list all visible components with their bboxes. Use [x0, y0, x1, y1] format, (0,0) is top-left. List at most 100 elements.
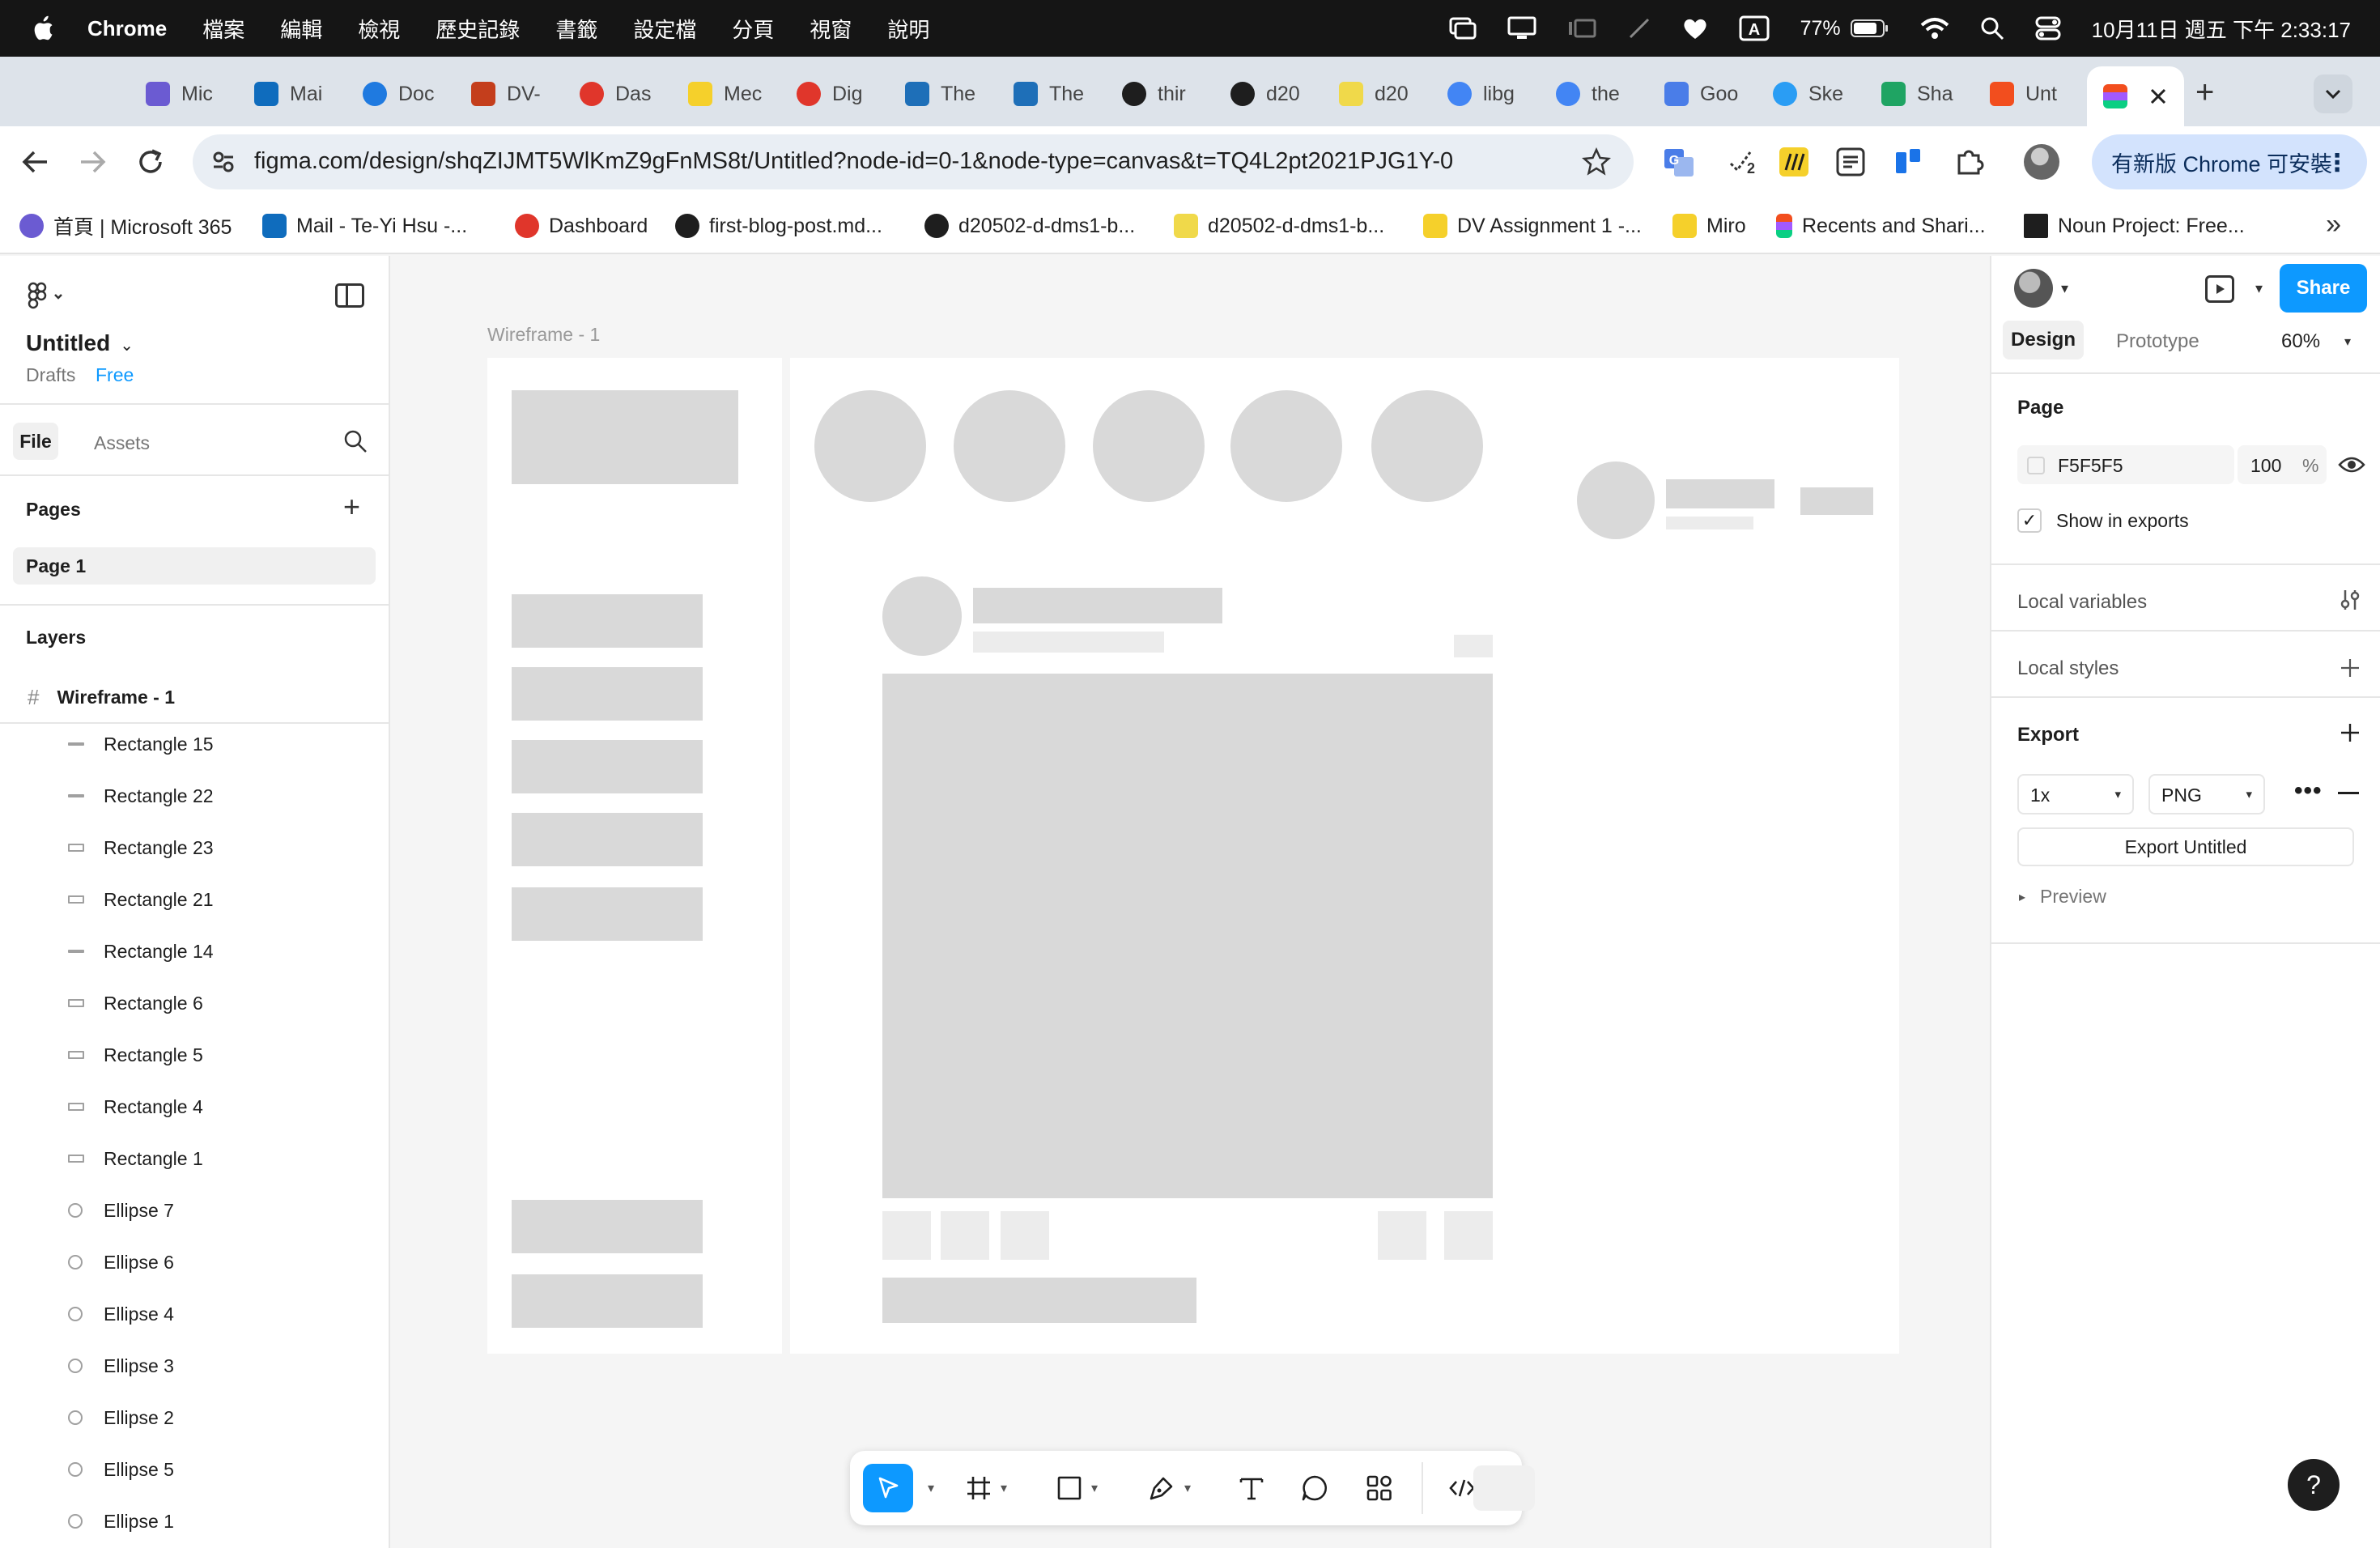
show-in-exports-checkbox[interactable]: ✓: [2017, 508, 2042, 533]
tab-search-button[interactable]: [2314, 74, 2352, 113]
comment-tool-button[interactable]: [1290, 1464, 1339, 1512]
design-canvas[interactable]: Wireframe - 1 ▾ ▾ ▾ ▾: [390, 256, 1990, 1548]
tab-groups-icon[interactable]: [1893, 146, 1925, 178]
bookmark-item[interactable]: Noun Project: Free...: [2024, 212, 2245, 240]
wifi-icon[interactable]: [1920, 17, 1949, 40]
frame-tool-button[interactable]: ▾: [954, 1464, 1018, 1512]
browser-tab[interactable]: Sha: [1881, 74, 1982, 113]
tab-design[interactable]: Design: [2003, 321, 2084, 359]
wireframe-like-button[interactable]: [882, 1211, 931, 1260]
menu-history[interactable]: 歷史記錄: [436, 14, 520, 44]
extension-updates-icon[interactable]: 2: [1726, 146, 1758, 178]
search-icon[interactable]: [343, 429, 368, 453]
wireframe-share-button[interactable]: [1001, 1211, 1049, 1260]
layer-frame[interactable]: # Wireframe - 1: [0, 677, 389, 717]
chevron-down-icon[interactable]: ▾: [2344, 334, 2351, 350]
browser-tab[interactable]: Mec: [688, 74, 788, 113]
apple-icon[interactable]: [31, 13, 58, 44]
wireframe-frame[interactable]: [487, 358, 1899, 1354]
layer-item[interactable]: Rectangle 5: [0, 1035, 389, 1075]
figma-menu-icon[interactable]: [26, 280, 74, 313]
site-settings-icon[interactable]: [210, 149, 236, 175]
variables-settings-icon[interactable]: [2338, 588, 2362, 612]
layer-item[interactable]: Ellipse 3: [0, 1346, 389, 1386]
color-swatch[interactable]: [2027, 457, 2045, 474]
wireframe-story-ellipse[interactable]: [1093, 390, 1205, 502]
wireframe-nav-item[interactable]: [512, 813, 703, 866]
bookmark-item[interactable]: Recents and Shari...: [1776, 212, 1986, 240]
wireframe-follow-button[interactable]: [1800, 487, 1873, 515]
present-icon[interactable]: [2205, 275, 2234, 303]
tab-file[interactable]: File: [13, 423, 58, 460]
menu-bookmarks[interactable]: 書籤: [555, 14, 597, 44]
export-button[interactable]: Export Untitled: [2017, 827, 2354, 866]
eye-icon[interactable]: [2338, 453, 2365, 476]
layer-item[interactable]: Ellipse 5: [0, 1449, 389, 1490]
text-tool-button[interactable]: [1227, 1464, 1276, 1512]
browser-tab[interactable]: Das: [580, 74, 680, 113]
local-variables-heading[interactable]: Local variables: [2017, 591, 2147, 614]
add-page-icon[interactable]: +: [343, 492, 360, 521]
layer-item[interactable]: Ellipse 2: [0, 1397, 389, 1438]
screen-mirroring-icon[interactable]: [1449, 17, 1477, 40]
miro-extension-icon[interactable]: [1778, 146, 1810, 178]
browser-tab[interactable]: Mic: [146, 74, 246, 113]
profile-avatar[interactable]: [2024, 144, 2059, 180]
more-menu-icon[interactable]: ⋮: [2325, 149, 2349, 177]
browser-tab[interactable]: d20: [1230, 74, 1331, 113]
layer-item[interactable]: Rectangle 15: [0, 724, 389, 764]
wireframe-post-image[interactable]: [882, 674, 1493, 1198]
remove-export-icon[interactable]: [2338, 792, 2359, 794]
browser-tab[interactable]: The: [1014, 74, 1114, 113]
browser-tab[interactable]: Doc: [363, 74, 463, 113]
close-tab-icon[interactable]: [2148, 87, 2168, 106]
bookmark-item[interactable]: first-blog-post.md...: [675, 212, 882, 240]
wireframe-nav-item[interactable]: [512, 1274, 703, 1328]
forward-icon[interactable]: [74, 144, 110, 180]
pen-off-icon[interactable]: [1627, 16, 1651, 40]
wireframe-nav-item[interactable]: [512, 667, 703, 721]
toggle-sidebar-icon[interactable]: [335, 283, 364, 308]
layer-item[interactable]: Rectangle 21: [0, 879, 389, 920]
wireframe-nav-item[interactable]: [512, 740, 703, 793]
wireframe-story-ellipse[interactable]: [954, 390, 1065, 502]
caret-right-icon[interactable]: ▸: [2019, 889, 2025, 905]
bookmark-item[interactable]: 首頁 | Microsoft 365: [19, 212, 232, 240]
page-fill-field[interactable]: F5F5F5: [2017, 445, 2234, 484]
page-opacity-field[interactable]: 100 %: [2238, 445, 2327, 484]
layer-item[interactable]: Rectangle 22: [0, 776, 389, 816]
zoom-level[interactable]: 60%: [2281, 330, 2320, 353]
input-source-icon[interactable]: A: [1739, 15, 1770, 41]
menu-edit[interactable]: 編輯: [280, 14, 322, 44]
tab-prototype[interactable]: Prototype: [2116, 330, 2199, 353]
user-avatar[interactable]: [2014, 269, 2053, 308]
export-format-select[interactable]: PNG ▾: [2148, 774, 2265, 814]
browser-tab[interactable]: The: [905, 74, 1005, 113]
wireframe-post-author[interactable]: [973, 588, 1222, 623]
share-button[interactable]: Share: [2280, 264, 2367, 313]
layer-item[interactable]: Ellipse 1: [0, 1501, 389, 1542]
bookmark-item[interactable]: Mail - Te-Yi Hsu -...: [262, 212, 467, 240]
file-title[interactable]: Untitled ⌄: [26, 330, 134, 356]
wireframe-nav-item[interactable]: [512, 594, 703, 648]
page-fill-hex[interactable]: F5F5F5: [2058, 455, 2123, 477]
wireframe-profile-sub[interactable]: [1666, 517, 1753, 529]
translate-extension-icon[interactable]: G: [1663, 146, 1695, 178]
browser-tab-active[interactable]: [2087, 66, 2184, 126]
new-tab-button[interactable]: +: [2195, 74, 2214, 111]
wireframe-story-ellipse[interactable]: [1371, 390, 1483, 502]
menu-view[interactable]: 檢視: [358, 14, 400, 44]
browser-tab[interactable]: thir: [1122, 74, 1222, 113]
wireframe-caption[interactable]: [882, 1278, 1196, 1323]
layer-item[interactable]: Rectangle 6: [0, 983, 389, 1023]
shape-tool-button[interactable]: ▾: [1044, 1464, 1109, 1512]
layer-item[interactable]: Ellipse 6: [0, 1242, 389, 1282]
wireframe-logo-block[interactable]: [512, 390, 738, 484]
browser-tab[interactable]: Goo: [1664, 74, 1765, 113]
heart-icon[interactable]: [1682, 17, 1708, 40]
help-button[interactable]: ?: [2288, 1459, 2340, 1511]
chrome-update-button[interactable]: 有新版 Chrome 可安裝 ⋮: [2092, 134, 2367, 189]
wireframe-save-button[interactable]: [1444, 1211, 1493, 1260]
wireframe-post-meta[interactable]: [973, 632, 1164, 653]
layer-item[interactable]: Rectangle 23: [0, 827, 389, 868]
